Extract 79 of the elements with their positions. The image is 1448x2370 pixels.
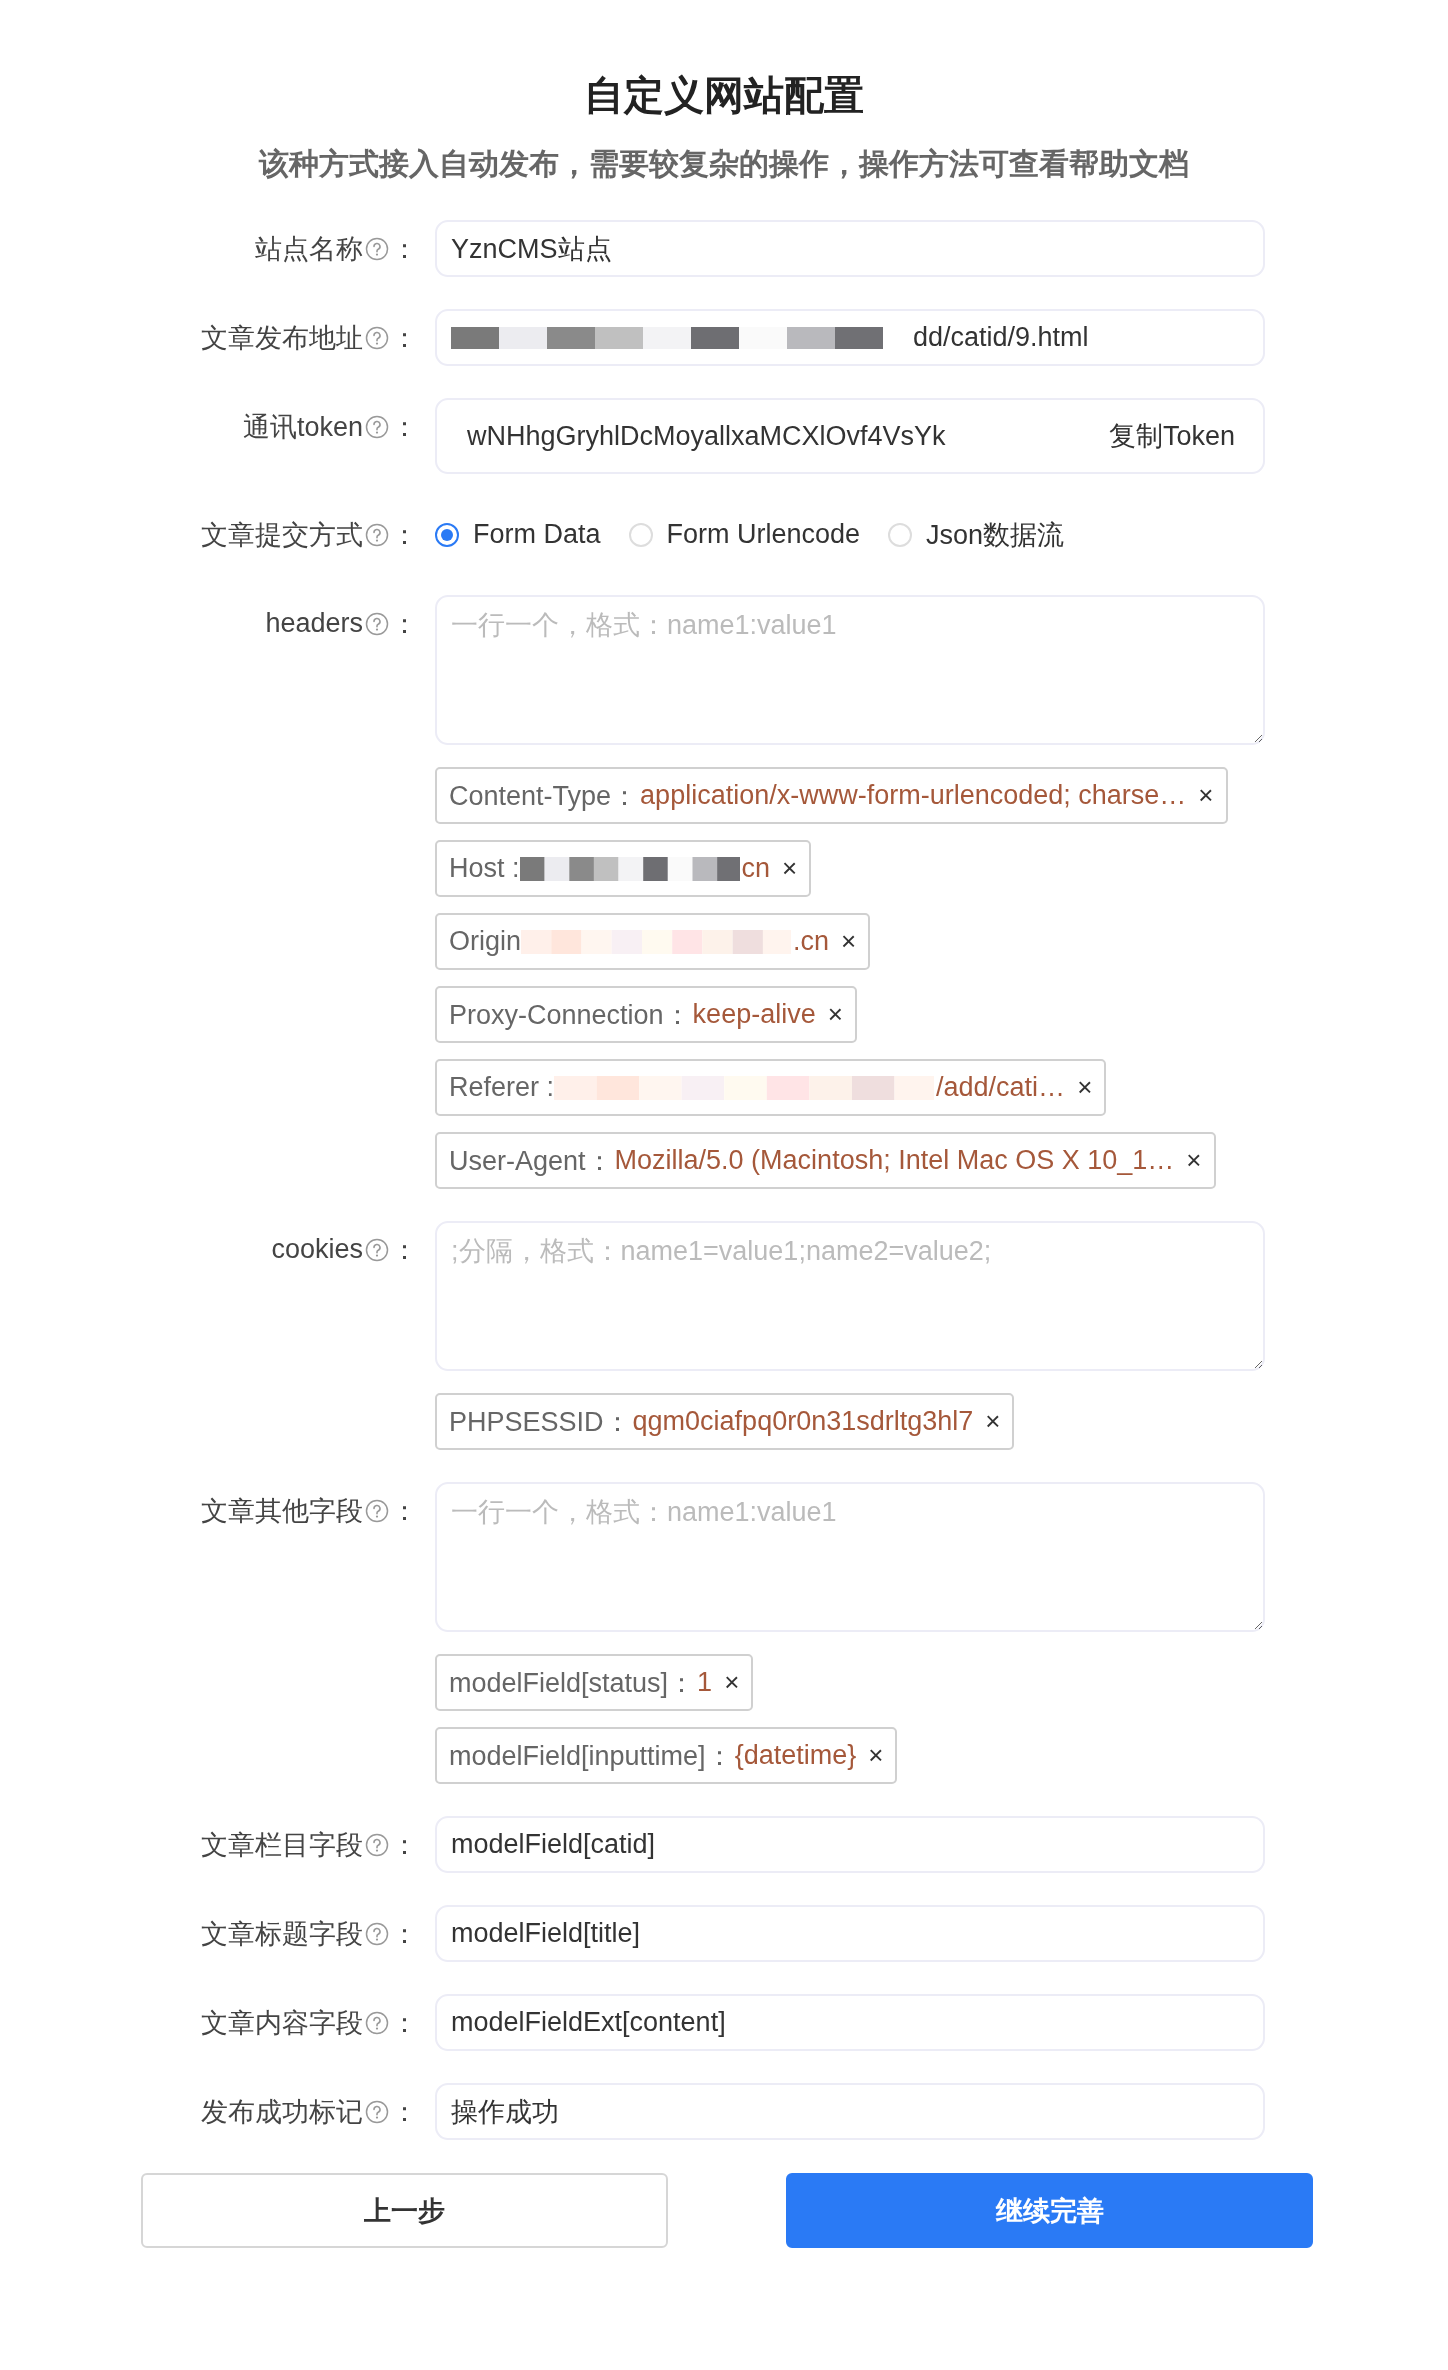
tag-value: .cn: [793, 926, 830, 957]
help-icon[interactable]: [365, 1832, 389, 1857]
tag-value: qgm0ciafpq0r0n31sdrltg3hl7: [632, 1406, 974, 1437]
field-label: 站点名称: [255, 232, 363, 266]
tag-remove-button[interactable]: ×: [827, 999, 843, 1030]
help-icon[interactable]: [365, 414, 389, 439]
label-colon: ：: [391, 518, 418, 552]
label-colon: ：: [391, 410, 418, 444]
help-icon[interactable]: [365, 236, 389, 261]
tag-remove-button[interactable]: ×: [841, 926, 857, 957]
help-icon[interactable]: [365, 1498, 389, 1523]
label-colon: ：: [391, 607, 418, 641]
tag-remove-button[interactable]: ×: [985, 1406, 1001, 1437]
copy-token-link[interactable]: 复制Token: [1108, 418, 1235, 454]
text-input[interactable]: dd/catid/9.html: [435, 309, 1265, 366]
radio-option[interactable]: Json数据流: [888, 516, 1065, 553]
radio-option[interactable]: Form Data: [435, 519, 601, 550]
text-input[interactable]: modelField[title]: [435, 1905, 1265, 1962]
tag-remove-button[interactable]: ×: [1198, 780, 1214, 811]
field-label: headers: [265, 608, 363, 639]
tag-value: 1: [697, 1667, 713, 1698]
field-label: 文章提交方式: [201, 518, 363, 552]
field-label: 文章发布地址: [201, 321, 363, 355]
page-subtitle: 该种方式接入自动发布，需要较复杂的操作，操作方法可查看帮助文档: [257, 146, 1190, 182]
text-input[interactable]: YznCMS站点: [435, 220, 1265, 277]
label-colon: ：: [391, 1917, 418, 1951]
help-icon[interactable]: [365, 325, 389, 350]
label-colon: ：: [391, 232, 418, 266]
label-colon: ：: [391, 1233, 418, 1267]
tag-key: PHPSESSID：: [449, 1403, 631, 1440]
tag-key: Proxy-Connection：: [449, 996, 691, 1033]
field-label: 文章栏目字段: [201, 1828, 363, 1862]
field-label: 文章内容字段: [201, 2006, 363, 2040]
radio-option[interactable]: Form Urlencode: [628, 519, 861, 550]
help-icon[interactable]: [365, 1237, 389, 1262]
tag-remove-button[interactable]: ×: [782, 853, 798, 884]
text-area-field[interactable]: ;分隔，格式：name1=value1;name2=value2;: [435, 1221, 1265, 1371]
tag-remove-button[interactable]: ×: [1186, 1145, 1202, 1176]
tag-value: {datetime}: [734, 1740, 857, 1771]
tag-value: keep-alive: [692, 999, 816, 1030]
label-colon: ：: [391, 321, 418, 355]
tag-key: Content-Type：: [449, 777, 639, 814]
label-colon: ：: [391, 2006, 418, 2040]
back-button[interactable]: 上一步: [141, 2173, 668, 2248]
tag-key: modelField[status]：: [449, 1664, 696, 1701]
field-label: cookies: [271, 1234, 363, 1265]
field-label: 文章其他字段: [201, 1494, 363, 1528]
field-label: 通讯token: [242, 410, 363, 444]
text-area-field[interactable]: 一行一个，格式：name1:value1: [435, 595, 1265, 745]
help-icon[interactable]: [365, 2099, 389, 2124]
label-colon: ：: [391, 1828, 418, 1862]
field-label: 文章标题字段: [201, 1917, 363, 1951]
text-input[interactable]: modelField[catid]: [435, 1816, 1265, 1873]
label-colon: ：: [391, 2095, 418, 2129]
text-area-field[interactable]: 一行一个，格式：name1:value1: [435, 1482, 1265, 1632]
text-input[interactable]: 操作成功: [435, 2083, 1265, 2140]
tag-key: modelField[inputtime]：: [449, 1737, 733, 1774]
text-input[interactable]: modelFieldExt[content]: [435, 1994, 1265, 2051]
tag-value: cn: [741, 853, 771, 884]
tag-key: Origin: [449, 926, 522, 957]
tag-value: application/x-www-form-urlencoded; charse…: [640, 780, 1187, 811]
help-icon[interactable]: [365, 1921, 389, 1946]
token-input[interactable]: wNHhgGryhlDcMoyallxaMCXlOvf4VsYk 复制Token: [435, 398, 1265, 474]
tag-key: User-Agent：: [449, 1142, 613, 1179]
tag-key: Host :: [449, 853, 520, 884]
tag-remove-button[interactable]: ×: [724, 1667, 740, 1698]
tag-value: /add/cati…: [936, 1072, 1066, 1103]
tag-remove-button[interactable]: ×: [868, 1740, 884, 1771]
field-label: 发布成功标记: [201, 2095, 363, 2129]
label-colon: ：: [391, 1494, 418, 1528]
tag-key: Referer :: [449, 1072, 555, 1103]
help-icon[interactable]: [365, 611, 389, 636]
page-title: 自定义网站配置: [583, 72, 865, 119]
radio-button[interactable]: [435, 522, 459, 547]
help-icon[interactable]: [365, 522, 389, 547]
help-icon[interactable]: [365, 2010, 389, 2035]
tag-remove-button[interactable]: ×: [1077, 1072, 1093, 1103]
continue-button[interactable]: 继续完善: [786, 2173, 1313, 2248]
tag-value: Mozilla/5.0 (Macintosh; Intel Mac OS X 10_1…: [614, 1145, 1175, 1176]
